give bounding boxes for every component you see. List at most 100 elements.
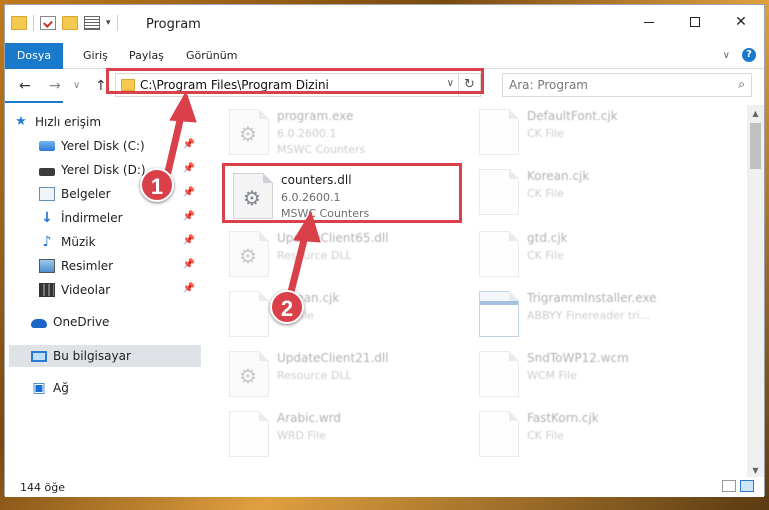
pin-icon[interactable]: 📌 <box>183 259 195 270</box>
sidebar-item-documents[interactable]: Belgeler 📌 <box>39 183 201 205</box>
cloud-icon <box>31 319 47 328</box>
title-bar: ▾ Program ✕ <box>5 5 764 39</box>
file-icon <box>229 411 269 457</box>
file-type: CK File <box>527 249 564 262</box>
ribbon-tabs: Dosya Giriş Paylaş Görünüm ∨ ? <box>5 39 764 103</box>
pin-icon[interactable]: 📌 <box>183 187 195 198</box>
tab-home[interactable]: Giriş <box>83 43 108 69</box>
pin-icon[interactable]: 📌 <box>183 235 195 246</box>
gear-icon: ⚙ <box>239 364 257 388</box>
maximize-button[interactable] <box>672 5 718 39</box>
help-icon[interactable]: ? <box>742 48 756 62</box>
vertical-scrollbar[interactable]: ▲ ▼ <box>747 105 764 479</box>
step-2-badge: 2 <box>270 290 304 324</box>
up-button[interactable]: ↑ <box>95 78 107 94</box>
file-item[interactable]: DefaultFont.cjk CK File <box>459 105 699 163</box>
properties-icon[interactable] <box>40 16 56 30</box>
file-name: SndToWP12.wcm <box>527 351 629 365</box>
drive-icon <box>39 141 55 151</box>
address-bar-highlight <box>106 68 484 94</box>
tiles-view-button[interactable] <box>740 480 754 492</box>
maximize-icon <box>690 17 700 27</box>
file-description: ABBYY Finereader tri... <box>527 309 651 322</box>
sidebar-item-local-disk-c[interactable]: Yerel Disk (C:) 📌 <box>39 135 201 157</box>
download-icon: ↓ <box>41 210 53 226</box>
sidebar-item-label: Bu bilgisayar <box>53 349 131 363</box>
view-switcher <box>722 480 754 492</box>
file-icon <box>229 291 269 337</box>
sidebar-item-videos[interactable]: Videolar 📌 <box>39 279 201 301</box>
dll-icon: ⚙ <box>229 231 269 277</box>
file-name: TrigrammInstaller.exe <box>527 291 657 305</box>
file-name: Arabic.wrd <box>277 411 342 425</box>
sidebar-item-label: İndirmeler <box>61 211 123 225</box>
videos-icon <box>39 283 55 297</box>
file-item[interactable]: TrigrammInstaller.exe ABBYY Finereader t… <box>459 285 699 345</box>
scroll-thumb[interactable] <box>750 123 761 169</box>
file-item[interactable]: FastKorn.cjk CK File <box>459 405 699 465</box>
gear-icon: ⚙ <box>239 244 257 268</box>
new-folder-icon[interactable] <box>62 16 78 30</box>
file-highlight <box>222 163 462 223</box>
forward-button[interactable]: → <box>49 78 61 94</box>
window-title: Program <box>146 17 201 32</box>
back-button[interactable]: ← <box>19 78 31 94</box>
sidebar-item-label: Ağ <box>53 381 69 395</box>
pin-icon[interactable]: 📌 <box>183 211 195 222</box>
details-view-button[interactable] <box>722 480 736 492</box>
sidebar-item-this-pc[interactable]: Bu bilgisayar <box>9 345 201 367</box>
sidebar-item-pictures[interactable]: Resimler 📌 <box>39 255 201 277</box>
sidebar-item-label: Yerel Disk (C:) <box>61 139 145 153</box>
sidebar-item-label: Resimler <box>61 259 114 273</box>
qat-dropdown-icon[interactable]: ▾ <box>106 18 111 28</box>
folder-icon[interactable] <box>11 16 27 30</box>
recent-locations-icon[interactable]: ∨ <box>73 80 80 91</box>
documents-icon <box>39 187 55 201</box>
search-input[interactable]: Ara: Program <box>509 78 588 92</box>
close-button[interactable]: ✕ <box>718 5 764 39</box>
divider <box>33 15 34 31</box>
gear-icon: ⚙ <box>239 122 257 146</box>
file-icon <box>479 351 519 397</box>
file-item[interactable]: ⚙ program.exe 6.0.2600.1 MSWC Counters <box>209 105 449 163</box>
drive-icon <box>39 167 55 176</box>
search-icon[interactable]: ⌕ <box>738 77 745 92</box>
tab-view[interactable]: Görünüm <box>186 43 237 69</box>
minimize-button[interactable] <box>626 5 672 39</box>
file-item[interactable]: Korean.cjk CK File <box>209 285 449 345</box>
file-item[interactable]: ⚙ UpdateClient65.dll Resource DLL <box>209 225 449 285</box>
file-item[interactable]: SndToWP12.wcm WCM File <box>459 345 699 405</box>
file-name: UpdateClient21.dll <box>277 351 389 365</box>
pin-icon[interactable]: 📌 <box>183 163 195 174</box>
expand-ribbon-icon[interactable]: ∨ <box>723 50 730 61</box>
file-icon <box>479 411 519 457</box>
sidebar-item-onedrive[interactable]: OneDrive <box>31 311 201 333</box>
file-name: Korean.cjk <box>527 169 590 183</box>
customize-icon[interactable] <box>84 16 100 30</box>
computer-icon <box>31 350 47 362</box>
pin-icon[interactable]: 📌 <box>183 283 195 294</box>
scroll-up-icon[interactable]: ▲ <box>747 105 764 122</box>
sidebar-item-downloads[interactable]: ↓ İndirmeler 📌 <box>39 207 201 229</box>
file-icon <box>479 109 519 155</box>
file-item[interactable]: Korean.cjk CK File <box>459 163 699 223</box>
file-name: UpdateClient65.dll <box>277 231 389 245</box>
pin-icon[interactable]: 📌 <box>183 139 195 150</box>
sidebar-item-music[interactable]: ♪ Müzik 📌 <box>39 231 201 253</box>
dll-icon: ⚙ <box>229 351 269 397</box>
file-item[interactable]: Arabic.wrd WRD File <box>209 405 449 465</box>
sidebar-item-quick-access[interactable]: ★ Hızlı erişim <box>13 111 209 133</box>
search-box[interactable]: Ara: Program ⌕ <box>502 73 752 97</box>
file-item[interactable]: ⚙ UpdateClient21.dll Resource DLL <box>209 345 449 405</box>
file-name: DefaultFont.cjk <box>527 109 618 123</box>
file-icon <box>479 169 519 215</box>
sidebar-item-network[interactable]: ▣ Ağ <box>31 377 201 399</box>
file-type: CK File <box>527 127 564 140</box>
item-count: 144 öğe <box>20 481 65 494</box>
sidebar-item-local-disk-d[interactable]: Yerel Disk (D:) 📌 <box>39 159 201 181</box>
file-item[interactable]: gtd.cjk CK File <box>459 225 699 285</box>
sidebar-item-label: OneDrive <box>53 315 110 329</box>
minimize-icon <box>644 21 654 23</box>
file-type: Resource DLL <box>277 249 352 262</box>
tab-share[interactable]: Paylaş <box>129 43 164 69</box>
